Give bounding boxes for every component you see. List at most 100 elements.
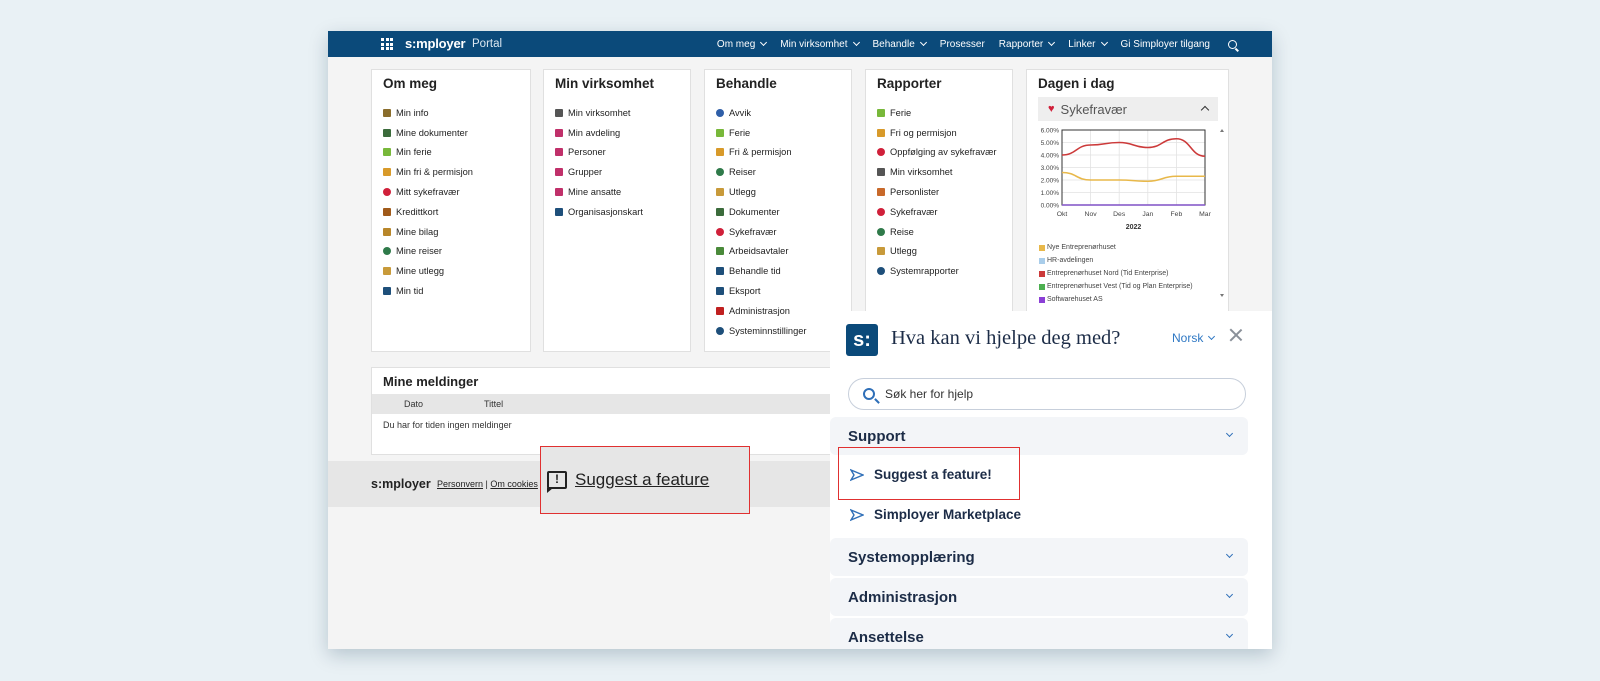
list-item[interactable]: Min virksomhet: [877, 162, 1012, 182]
receipt-icon: [383, 227, 391, 236]
language-select[interactable]: Norsk: [1172, 331, 1216, 345]
item-label: Eksport: [729, 286, 761, 297]
help-search-input[interactable]: Søk her for hjelp: [848, 378, 1246, 410]
list-item[interactable]: Reiser: [716, 162, 851, 182]
link-personvern[interactable]: Personvern: [437, 479, 483, 489]
search-placeholder: Søk her for hjelp: [885, 387, 974, 401]
item-label: Administrasjon: [729, 305, 790, 316]
column-header-dato[interactable]: Dato: [404, 399, 423, 409]
list-item[interactable]: Eksport: [716, 281, 851, 301]
legend-item[interactable]: Entreprenørhuset Vest (Tid og Plan Enter…: [1039, 280, 1193, 293]
item-label: Utlegg: [729, 187, 756, 198]
list-item[interactable]: Min virksomhet: [555, 103, 690, 123]
section-systemopplaering[interactable]: Systemopplæring: [830, 538, 1248, 576]
link-label: Simployer Marketplace: [874, 507, 1022, 522]
list-item[interactable]: Mitt sykefravær: [383, 182, 530, 202]
footer-links: Personvern | Om cookies: [437, 479, 538, 489]
list-item[interactable]: Ferie: [877, 103, 1012, 123]
chevron-down-icon: [1225, 429, 1234, 438]
nav-label: Behandle: [872, 38, 915, 50]
list-item[interactable]: Behandle tid: [716, 261, 851, 281]
list-item[interactable]: Personlister: [877, 182, 1012, 202]
sykefravaer-panel-header[interactable]: ♥ Sykefravær: [1038, 97, 1218, 121]
list-item[interactable]: Systemrapporter: [877, 261, 1012, 281]
nav-om-meg[interactable]: Om meg: [716, 38, 768, 50]
list-item[interactable]: Fri og permisjon: [877, 123, 1012, 143]
list-item[interactable]: Min tid: [383, 281, 530, 301]
list-item[interactable]: Kredittkort: [383, 202, 530, 222]
person-icon: [555, 188, 563, 197]
section-ansettelse[interactable]: Ansettelse: [830, 618, 1248, 649]
card-dagen-i-dag: Dagen i dag ♥ Sykefravær 0.00% 1.00% 2.00%…: [1026, 69, 1229, 314]
legend-item[interactable]: Softwarehuset AS: [1039, 293, 1193, 306]
legend-item[interactable]: HR-avdelingen: [1039, 254, 1193, 267]
item-label: Min avdeling: [568, 127, 621, 138]
nav-rapporter[interactable]: Rapporter: [998, 38, 1056, 50]
list-item[interactable]: Grupper: [555, 162, 690, 182]
legend-item[interactable]: Nye Entreprenørhuset: [1039, 241, 1193, 254]
chevron-down-icon: [1048, 38, 1056, 47]
list-item[interactable]: Oppfølging av sykefravær: [877, 143, 1012, 163]
nav-behandle[interactable]: Behandle: [872, 38, 927, 50]
close-icon[interactable]: [1228, 327, 1244, 343]
column-header-tittel[interactable]: Tittel: [484, 399, 503, 409]
item-label: Avvik: [729, 107, 752, 118]
list-item[interactable]: Min info: [383, 103, 530, 123]
list-item[interactable]: Arbeidsavtaler: [716, 242, 851, 262]
item-label: Mine dokumenter: [396, 127, 468, 138]
legend-item[interactable]: Entreprenørhuset Nord (Tid Enterprise): [1039, 267, 1193, 280]
list-item[interactable]: Ferie: [716, 123, 851, 143]
app-grid-icon[interactable]: [381, 38, 393, 50]
nav-linker[interactable]: Linker: [1068, 39, 1108, 50]
send-icon: [850, 508, 864, 521]
card-title: Behandle: [716, 76, 777, 91]
nav-min-virksomhet[interactable]: Min virksomhet: [780, 38, 860, 50]
sykefravaer-chart: 0.00% 1.00% 2.00% 3.00% 4.00% 5.00% 6.00% Okt No…: [1041, 128, 1212, 232]
chevron-up-icon[interactable]: [1200, 105, 1210, 115]
nav-prosesser[interactable]: Prosesser: [940, 39, 985, 50]
item-label: Min tid: [396, 286, 424, 297]
list-item[interactable]: Sykefravær: [877, 202, 1012, 222]
legend-swatch: [1039, 296, 1045, 303]
list-item[interactable]: Mine dokumenter: [383, 123, 530, 143]
min-virksomhet-list: Min virksomhet Min avdeling Personer Gru…: [555, 103, 690, 222]
list-item[interactable]: Personer: [555, 143, 690, 163]
list-item[interactable]: Mine bilag: [383, 222, 530, 242]
list-item[interactable]: Sykefravær: [716, 222, 851, 242]
search-icon[interactable]: [1228, 39, 1237, 49]
item-label: Mitt sykefravær: [396, 187, 460, 198]
list-item[interactable]: Utlegg: [716, 182, 851, 202]
simployer-logo[interactable]: s:mployer: [405, 36, 466, 51]
list-item[interactable]: Mine ansatte: [555, 182, 690, 202]
list-item[interactable]: Min fri & permisjon: [383, 162, 530, 182]
list-item[interactable]: Mine reiser: [383, 242, 530, 262]
rapporter-list: Ferie Fri og permisjon Oppfølging av syk…: [877, 103, 1012, 281]
item-label: Reiser: [729, 167, 756, 178]
list-item[interactable]: Min avdeling: [555, 123, 690, 143]
legend-label: Nye Entreprenørhuset: [1047, 244, 1116, 251]
list-item[interactable]: Organisasjonskart: [555, 202, 690, 222]
x-tick-label: Okt: [1057, 211, 1068, 218]
suggest-feature-button[interactable]: Suggest a feature: [540, 446, 750, 514]
list-item[interactable]: Mine utlegg: [383, 261, 530, 281]
list-item[interactable]: Utlegg: [877, 242, 1012, 262]
list-item[interactable]: Reise: [877, 222, 1012, 242]
link-om-cookies[interactable]: Om cookies: [490, 479, 538, 489]
link-suggest-feature[interactable]: Suggest a feature!: [850, 467, 992, 482]
list-item[interactable]: Fri & permisjon: [716, 143, 851, 163]
nav-label: Om meg: [716, 38, 756, 50]
chevron-down-icon: [852, 38, 860, 47]
list-item[interactable]: Min ferie: [383, 143, 530, 163]
clock-icon: [383, 287, 391, 296]
card-min-virksomhet: Min virksomhet Min virksomhet Min avdeli…: [543, 69, 691, 352]
item-label: Mine ansatte: [568, 187, 622, 198]
section-administrasjon[interactable]: Administrasjon: [830, 578, 1248, 616]
panel-scrollbar[interactable]: [1220, 128, 1224, 298]
list-item[interactable]: Dokumenter: [716, 202, 851, 222]
link-simployer-marketplace[interactable]: Simployer Marketplace: [850, 507, 1021, 522]
legend-label: Entreprenørhuset Vest (Tid og Plan Enter…: [1047, 283, 1193, 290]
chevron-down-icon: [1225, 630, 1234, 639]
list-item[interactable]: Avvik: [716, 103, 851, 123]
nav-gi-simployer-tilgang[interactable]: Gi Simployer tilgang: [1121, 39, 1210, 50]
nav-label: Rapporter: [998, 38, 1044, 50]
